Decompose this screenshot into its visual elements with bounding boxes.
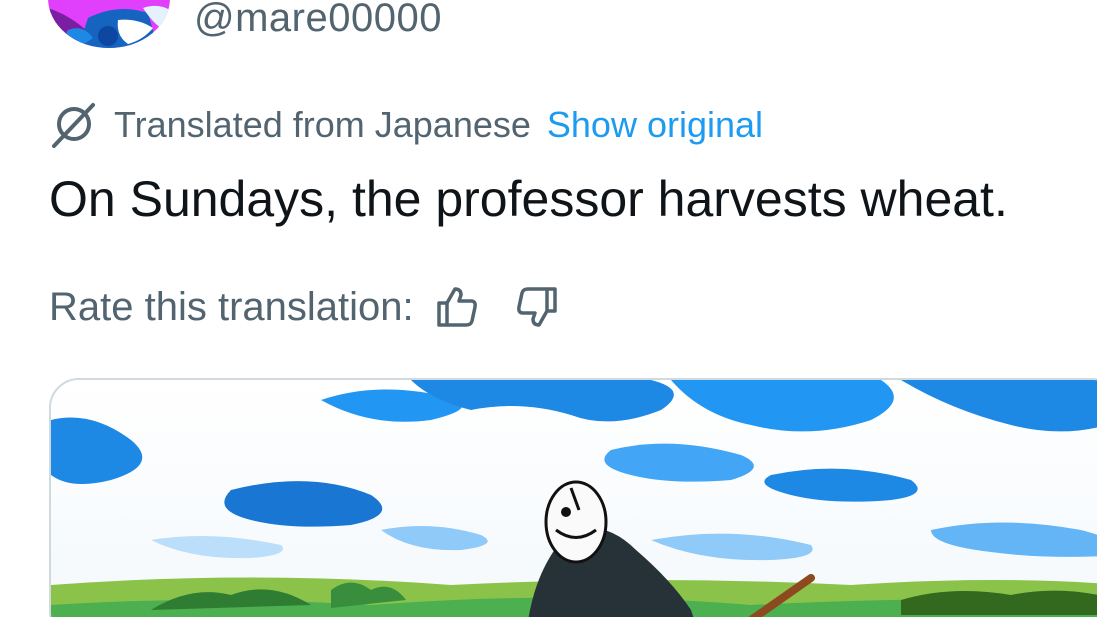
thumbs-up-icon bbox=[436, 287, 477, 327]
tweet-detail: @mare00000 Translated from Japanese Show… bbox=[0, 0, 1097, 617]
tweet-text: On Sundays, the professor harvests wheat… bbox=[49, 171, 1008, 227]
thumbs-down-icon bbox=[516, 287, 557, 327]
thumbs-down-button[interactable] bbox=[514, 284, 560, 330]
thumbs-up-button[interactable] bbox=[434, 284, 480, 330]
translation-notice: Translated from Japanese Show original bbox=[50, 100, 763, 150]
avatar[interactable] bbox=[48, 0, 170, 48]
translate-icon bbox=[50, 100, 96, 150]
translated-from-label: Translated from Japanese bbox=[114, 104, 531, 145]
rate-translation-label: Rate this translation: bbox=[49, 285, 414, 329]
show-original-link[interactable]: Show original bbox=[547, 100, 763, 150]
tweet-media-image[interactable] bbox=[49, 378, 1097, 617]
author-handle[interactable]: @mare00000 bbox=[194, 0, 442, 42]
translation-rating: Rate this translation: bbox=[49, 281, 560, 333]
illustration-image bbox=[51, 380, 1097, 617]
